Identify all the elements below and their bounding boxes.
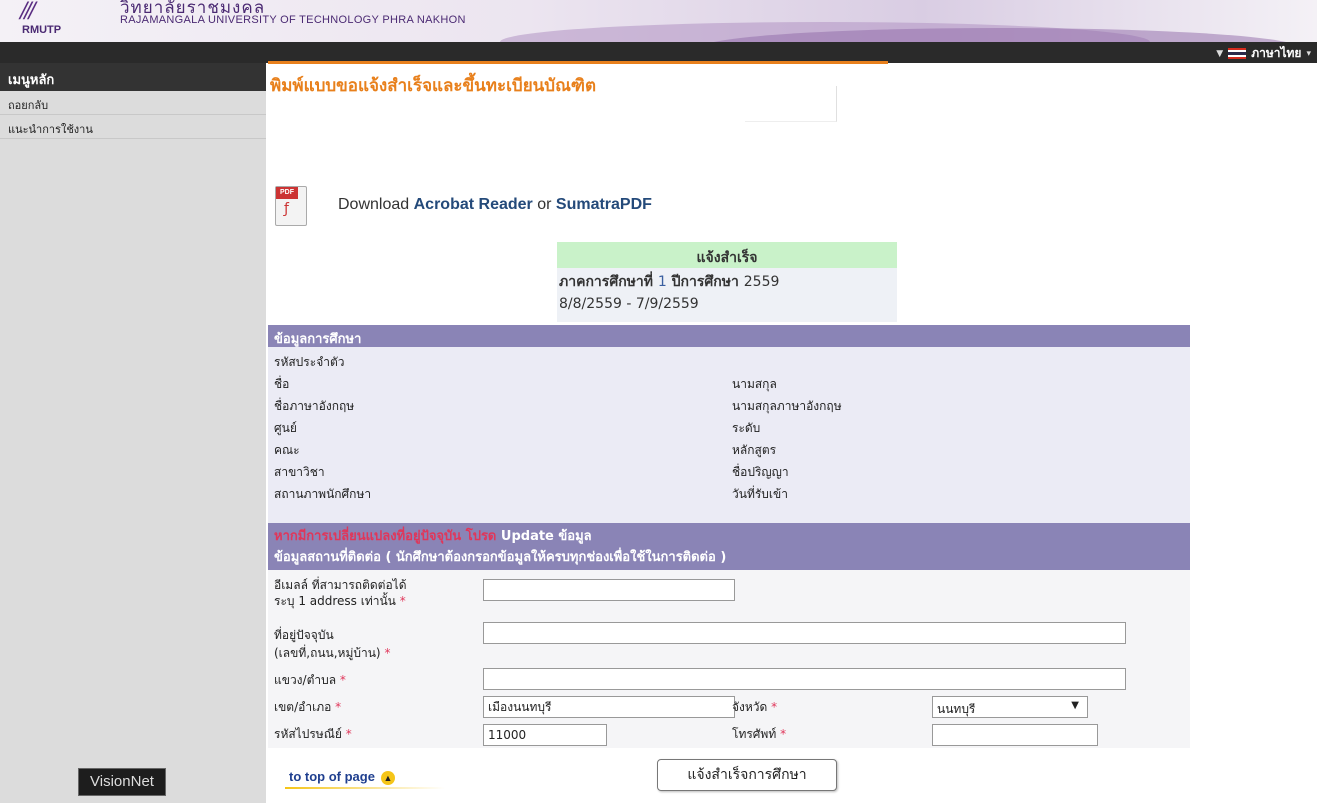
notice-term: ภาคการศึกษาที่ 1 ปีการศึกษา 2559 bbox=[557, 268, 897, 293]
email-label: ระบุ 1 address เท่านั้น * bbox=[274, 594, 406, 608]
year-label: ปีการศึกษา bbox=[671, 274, 739, 290]
degree-name-label: ชื่อปริญญา bbox=[732, 465, 789, 479]
sidebar-item-guide[interactable]: แนะนำการใช้งาน bbox=[0, 115, 266, 139]
sidebar-item-back[interactable]: ถอยกลับ bbox=[0, 91, 266, 115]
center-label: ศูนย์ bbox=[274, 421, 297, 435]
graduation-notice-box: แจ้งสำเร็จ ภาคการศึกษาที่ 1 ปีการศึกษา 2… bbox=[557, 242, 897, 322]
level-label: ระดับ bbox=[732, 421, 761, 435]
logo-abbr: RMUTP bbox=[22, 24, 62, 36]
required-mark: * bbox=[339, 673, 346, 687]
title-underline bbox=[268, 61, 888, 64]
contact-heading: ข้อมูลสถานที่ติดต่อ ( นักศึกษาต้องกรอกข้… bbox=[274, 550, 727, 565]
faculty-label: คณะ bbox=[274, 443, 300, 457]
download-or: or bbox=[532, 196, 556, 213]
to-top-link[interactable]: to top of page ▲ bbox=[289, 769, 395, 785]
download-line: Download Acrobat Reader or SumatraPDF bbox=[338, 196, 652, 214]
province-label: จังหวัด * bbox=[732, 700, 778, 714]
sidebar: เมนูหลัก ถอยกลับ แนะนำการใช้งาน VisionNe… bbox=[0, 63, 266, 803]
update-notice: หากมีการเปลี่ยนแปลงที่อยู่ปัจจุบัน โปรด … bbox=[274, 526, 1190, 547]
arrow-up-icon: ▲ bbox=[380, 771, 395, 785]
phone-field[interactable] bbox=[932, 724, 1098, 746]
acrobat-reader-link[interactable]: Acrobat Reader bbox=[414, 196, 533, 213]
address-field[interactable] bbox=[483, 622, 1126, 644]
contact-form: อีเมลล์ ที่สามารถติดต่อได้ ระบุ 1 addres… bbox=[268, 570, 1190, 748]
contact-section-heading: หากมีการเปลี่ยนแปลงที่อยู่ปัจจุบัน โปรด … bbox=[268, 523, 1190, 570]
admission-date-label: วันที่รับเข้า bbox=[732, 487, 788, 501]
required-mark: * bbox=[780, 727, 787, 741]
chevron-down-icon: ▼ bbox=[1071, 700, 1079, 711]
phone-label: โทรศัพท์ * bbox=[732, 727, 787, 741]
postal-label: รหัสไปรษณีย์ * bbox=[274, 727, 352, 741]
major-label: สาขาวิชา bbox=[274, 465, 325, 479]
to-top-underline bbox=[285, 787, 445, 789]
top-bar: ▼ ภาษาไทย ▾ bbox=[0, 42, 1317, 64]
chevron-down-icon: ▾ bbox=[1306, 48, 1311, 59]
chevron-down-icon: ▼ bbox=[1216, 48, 1224, 59]
page-title: พิมพ์แบบขอแจ้งสำเร็จและขึ้นทะเบียนบัณฑิต bbox=[270, 76, 597, 96]
visionnet-logo[interactable]: VisionNet bbox=[78, 768, 166, 796]
province-select[interactable]: นนทบุรี ▼ bbox=[932, 696, 1088, 718]
education-info: รหัสประจำตัว ชื่อ ชื่อภาษาอังกฤษ ศูนย์ ค… bbox=[268, 347, 1190, 523]
submit-graduation-button[interactable]: แจ้งสำเร็จการศึกษา bbox=[657, 759, 837, 791]
update-link[interactable]: Update ข้อมูล bbox=[501, 529, 592, 544]
surname-label: นามสกุล bbox=[732, 377, 777, 391]
university-logo-icon: /// bbox=[20, 0, 36, 25]
update-notice-text: หากมีการเปลี่ยนแปลงที่อยู่ปัจจุบัน โปรด bbox=[274, 529, 501, 544]
required-mark: * bbox=[771, 700, 778, 714]
title-divider bbox=[745, 86, 837, 122]
email-field[interactable] bbox=[483, 579, 735, 601]
address-label: (เลขที่,ถนน,หมู่บ้าน) * bbox=[274, 646, 391, 660]
term-label: ภาคการศึกษาที่ bbox=[559, 274, 653, 290]
pdf-icon: PDF ƒ bbox=[275, 186, 307, 226]
required-mark: * bbox=[335, 700, 342, 714]
university-banner: /// RMUTP วิทยาลัยราชมงคล RAJAMANGALA UN… bbox=[0, 0, 1317, 42]
university-name-english: RAJAMANGALA UNIVERSITY OF TECHNOLOGY PHR… bbox=[120, 14, 466, 26]
district-field[interactable] bbox=[483, 696, 735, 718]
district-label: เขต/อำเภอ * bbox=[274, 700, 342, 714]
sidebar-heading: เมนูหลัก bbox=[0, 63, 266, 91]
english-surname-label: นามสกุลภาษาอังกฤษ bbox=[732, 399, 842, 413]
curriculum-label: หลักสูตร bbox=[732, 443, 777, 457]
postal-field[interactable] bbox=[483, 724, 607, 746]
subdistrict-field[interactable] bbox=[483, 668, 1126, 690]
student-id-label: รหัสประจำตัว bbox=[274, 355, 345, 369]
education-section-heading: ข้อมูลการศึกษา bbox=[268, 325, 1190, 347]
thai-flag-icon bbox=[1228, 48, 1247, 59]
term-value: 1 bbox=[657, 274, 667, 290]
download-prefix: Download bbox=[338, 196, 414, 213]
required-mark: * bbox=[384, 646, 391, 660]
student-status-label: สถานภาพนักศึกษา bbox=[274, 487, 372, 501]
subdistrict-label: แขวง/ตำบล * bbox=[274, 673, 346, 687]
address-label-1: ที่อยู่ปัจจุบัน bbox=[274, 628, 334, 642]
required-mark: * bbox=[345, 727, 352, 741]
required-mark: * bbox=[399, 594, 406, 608]
language-selector[interactable]: ▼ ภาษาไทย ▾ bbox=[1216, 44, 1311, 63]
notice-dates: 8/8/2559 - 7/9/2559 bbox=[559, 296, 699, 312]
province-selected: นนทบุรี bbox=[937, 702, 976, 716]
english-name-label: ชื่อภาษาอังกฤษ bbox=[274, 399, 355, 413]
sumatrapdf-link[interactable]: SumatraPDF bbox=[556, 196, 652, 213]
year-value: 2559 bbox=[743, 274, 780, 290]
first-name-label: ชื่อ bbox=[274, 377, 290, 391]
notice-heading: แจ้งสำเร็จ bbox=[557, 242, 897, 268]
language-label: ภาษาไทย bbox=[1251, 46, 1302, 60]
